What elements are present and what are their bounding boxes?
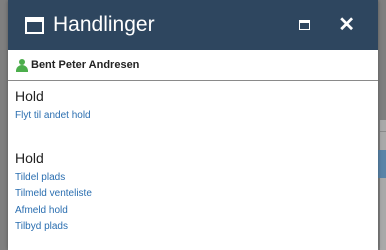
- assign-seat-link[interactable]: Tildel plads: [15, 170, 378, 187]
- dialog-titlebar: Handlinger ✕: [8, 0, 378, 50]
- user-row: Bent Peter Andresen: [8, 50, 378, 81]
- unenroll-team-link[interactable]: Afmeld hold: [15, 203, 378, 220]
- user-icon: [16, 58, 28, 72]
- background-button: [378, 150, 386, 178]
- move-to-other-team-link[interactable]: Flyt til andet hold: [15, 108, 378, 125]
- join-waitlist-link[interactable]: Tilmeld venteliste: [15, 186, 378, 203]
- section-title: Hold: [15, 149, 44, 166]
- window-icon: [25, 16, 44, 34]
- close-icon[interactable]: ✕: [338, 15, 355, 35]
- offer-seat-link[interactable]: Tilbyd plads: [15, 219, 378, 236]
- background-divider: [380, 131, 386, 132]
- section-hold-actions: Hold Tildel plads Tilmeld venteliste Afm…: [8, 150, 378, 236]
- section-title: Hold: [15, 88, 44, 104]
- maximize-icon[interactable]: [299, 20, 311, 30]
- dialog-title: Handlinger: [53, 13, 155, 36]
- actions-dialog: Handlinger ✕ Bent Peter Andresen Hold Fl…: [8, 0, 378, 250]
- section-hold-move: Hold Flyt til andet hold: [8, 88, 378, 125]
- user-name: Bent Peter Andresen: [31, 59, 140, 71]
- background-panel: [380, 120, 386, 250]
